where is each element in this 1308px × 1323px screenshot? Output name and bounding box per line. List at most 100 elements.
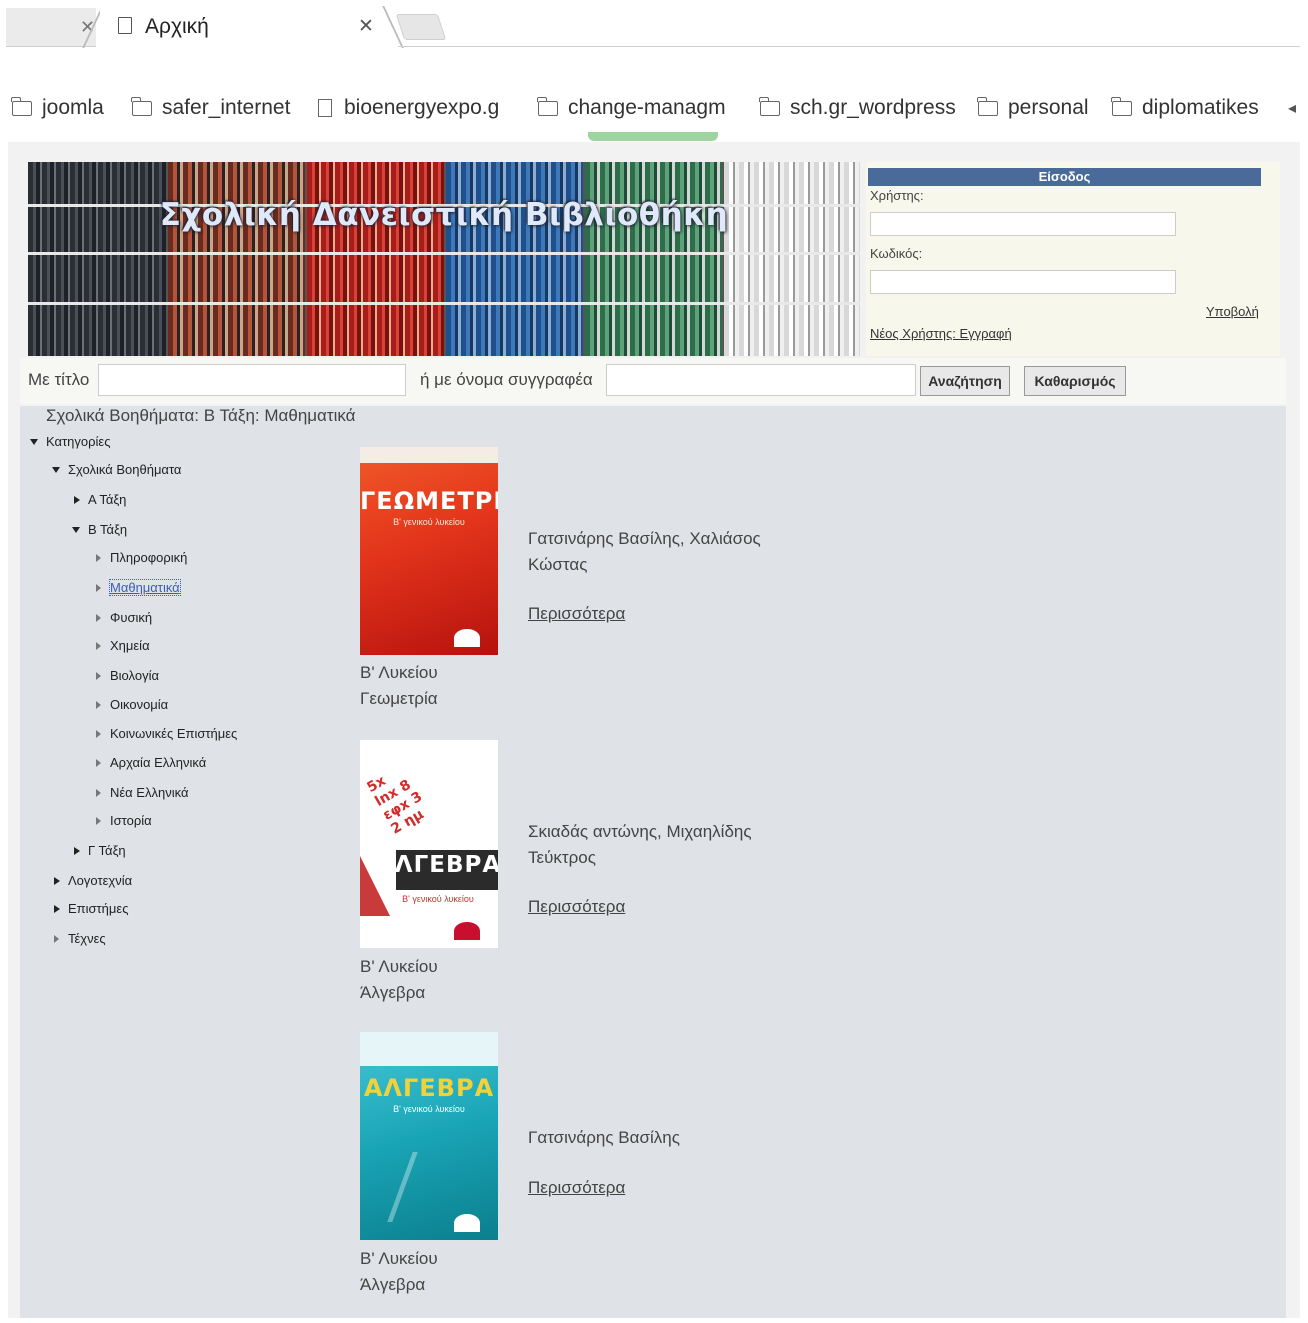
leaf-arrow-icon — [96, 700, 101, 709]
author-line: Κώστας — [528, 555, 588, 574]
search-bar: Με τίτλο ή με όνομα συγγραφέα Αναζήτηση … — [20, 358, 1286, 404]
bookmarks-overflow-icon[interactable]: ◂ — [1288, 98, 1296, 118]
tree-item-ancient-greek[interactable]: Αρχαία Ελληνικά — [96, 755, 206, 770]
bookmark-label: change-managm — [568, 96, 726, 119]
leaf-arrow-icon — [96, 788, 101, 797]
tree-item-economics[interactable]: Οικονομία — [96, 697, 168, 712]
bookshelf-image — [28, 162, 166, 356]
tree-item-history[interactable]: Ιστορία — [96, 813, 152, 828]
password-input[interactable] — [870, 270, 1176, 294]
book-level: Β' Λυκείου — [360, 957, 438, 976]
book-cover-geometry[interactable]: ΓΕΩΜΕΤΡΙΑ Β' γενικού λυκείου — [360, 447, 498, 655]
browser-tab-active[interactable]: Αρχική ✕ — [100, 6, 390, 46]
password-label: Κωδικός: — [870, 246, 923, 261]
tree-label: Αρχαία Ελληνικά — [110, 755, 207, 770]
publisher-logo — [454, 922, 480, 940]
tree-item-arts[interactable]: Τέχνες — [54, 931, 106, 946]
leaf-arrow-icon — [96, 553, 101, 562]
leaf-arrow-icon — [96, 758, 101, 767]
more-link[interactable]: Περισσότερα — [528, 897, 625, 917]
cover-title: ΓΕΩΜΕΤΡΙΑ — [360, 487, 498, 515]
bookmark-safer-internet[interactable]: safer_internet — [131, 96, 290, 120]
book-title: Άλγεβρα — [360, 1275, 426, 1294]
username-input[interactable] — [870, 212, 1176, 236]
leaf-arrow-icon — [54, 934, 59, 943]
tree-item-categories[interactable]: Κατηγορίες — [30, 434, 110, 449]
tree-label: Κοινωνικές Επιστήμες — [110, 726, 238, 741]
bookmark-label: joomla — [42, 96, 104, 119]
bookmark-personal[interactable]: personal — [977, 96, 1089, 120]
browser-tab-previous[interactable]: ✕ — [6, 8, 96, 47]
tree-item-grade-c[interactable]: Γ Τάξη — [74, 843, 126, 858]
author-line: Γατσινάρης Βασίλης, Χαλιάσος — [528, 529, 761, 548]
book-info: Β' Λυκείου Γεωμετρία — [360, 660, 438, 712]
book-level: Β' Λυκείου — [360, 1249, 438, 1268]
tree-item-sciences[interactable]: Επιστήμες — [54, 901, 128, 916]
login-panel: Είσοδος Χρήστης: Κωδικός: Υποβολή Νέος Χ… — [866, 162, 1280, 356]
cover-subtitle: Β' γενικού λυκείου — [402, 894, 474, 904]
tree-item-literature[interactable]: Λογοτεχνία — [54, 873, 132, 888]
book-authors: Γατσινάρης Βασίλης — [528, 1125, 798, 1151]
tree-item-informatics[interactable]: Πληροφορική — [96, 550, 187, 565]
bookshelf-image — [585, 162, 722, 356]
tree-label: Οικονομία — [110, 697, 169, 712]
tree-item-mathematics[interactable]: Μαθηματικά — [96, 579, 181, 596]
folder-icon — [537, 96, 558, 116]
shelf-board — [28, 252, 860, 255]
book-info: Β' Λυκείου Άλγεβρα — [360, 954, 438, 1006]
cover-graphic — [387, 1152, 478, 1222]
page-icon — [318, 99, 332, 117]
bookmark-sch-gr-wordpress[interactable]: sch.gr_wordpress — [759, 96, 956, 120]
author-line: Σκιαδάς αντώνης, Μιχαηλίδης — [528, 822, 752, 841]
bookmark-joomla[interactable]: joomla — [11, 96, 104, 120]
bookshelf-image — [307, 162, 444, 356]
author-search-label: ή με όνομα συγγραφέα — [420, 370, 593, 389]
page-icon — [118, 17, 132, 34]
clear-button[interactable]: Καθαρισμός — [1024, 366, 1126, 396]
expanded-arrow-icon — [30, 438, 38, 445]
more-link[interactable]: Περισσότερα — [528, 1178, 625, 1198]
tree-label: Πληροφορική — [110, 550, 188, 565]
author-search-input[interactable] — [606, 364, 916, 396]
tree-item-modern-greek[interactable]: Νέα Ελληνικά — [96, 785, 188, 800]
book-cover-algebra-1[interactable]: 5x lnx 8 εφx 32 ημ ΑΛΓΕΒΡΑ Β' γενικού λυκε… — [360, 740, 498, 948]
username-label: Χρήστης: — [870, 188, 924, 203]
tree-label: Λογοτεχνία — [68, 873, 133, 888]
tree-label: Τέχνες — [68, 931, 106, 946]
login-title: Είσοδος — [868, 168, 1261, 186]
publisher-logo — [454, 1214, 480, 1232]
tree-item-school-aids[interactable]: Σχολικά Βοηθήματα — [52, 462, 181, 477]
folder-icon — [1111, 96, 1132, 116]
tree-item-social-sciences[interactable]: Κοινωνικές Επιστήμες — [96, 726, 237, 741]
more-link[interactable]: Περισσότερα — [528, 604, 625, 624]
title-search-input[interactable] — [98, 364, 406, 396]
leaf-arrow-icon — [96, 671, 101, 680]
author-line: Γατσινάρης Βασίλης — [528, 1128, 680, 1147]
leaf-arrow-icon — [96, 729, 101, 738]
tree-label: Β Τάξη — [88, 522, 128, 537]
bookmark-diplomatikes[interactable]: diplomatikes — [1111, 96, 1259, 120]
tree-item-grade-a[interactable]: Α Τάξη — [74, 492, 126, 507]
close-tab-icon[interactable]: ✕ — [358, 15, 374, 38]
book-cover-algebra-2[interactable]: ΑΛΓΕΒΡΑ Β' γενικού λυκείου — [360, 1032, 498, 1240]
tree-label: Κατηγορίες — [46, 434, 111, 449]
new-tab-button[interactable] — [395, 14, 447, 40]
tree-item-physics[interactable]: Φυσική — [96, 610, 152, 625]
page-container: Σχολική Δανειστική Βιβλιοθήκη Είσοδος Χρ… — [8, 142, 1300, 1318]
tree-item-grade-b[interactable]: Β Τάξη — [72, 522, 127, 537]
bookmark-change-management[interactable]: change-managm — [537, 96, 726, 120]
tree-item-biology[interactable]: Βιολογία — [96, 668, 159, 683]
bookmark-bioenergyexpo[interactable]: bioenergyexpo.g — [318, 96, 499, 120]
leaf-arrow-icon — [96, 583, 101, 592]
tree-label: Χημεία — [110, 638, 150, 653]
login-submit-link[interactable]: Υποβολή — [1206, 304, 1259, 319]
leaf-arrow-icon — [96, 613, 101, 622]
folder-icon — [759, 96, 780, 116]
search-button[interactable]: Αναζήτηση — [920, 366, 1010, 396]
register-link[interactable]: Νέος Χρήστης: Εγγραφή — [870, 326, 1012, 341]
pencil-graphic — [360, 856, 390, 916]
tree-item-chemistry[interactable]: Χημεία — [96, 638, 150, 653]
collapsed-arrow-icon — [54, 904, 60, 913]
collapsed-arrow-icon — [74, 846, 80, 855]
bookmark-label: sch.gr_wordpress — [790, 96, 956, 119]
